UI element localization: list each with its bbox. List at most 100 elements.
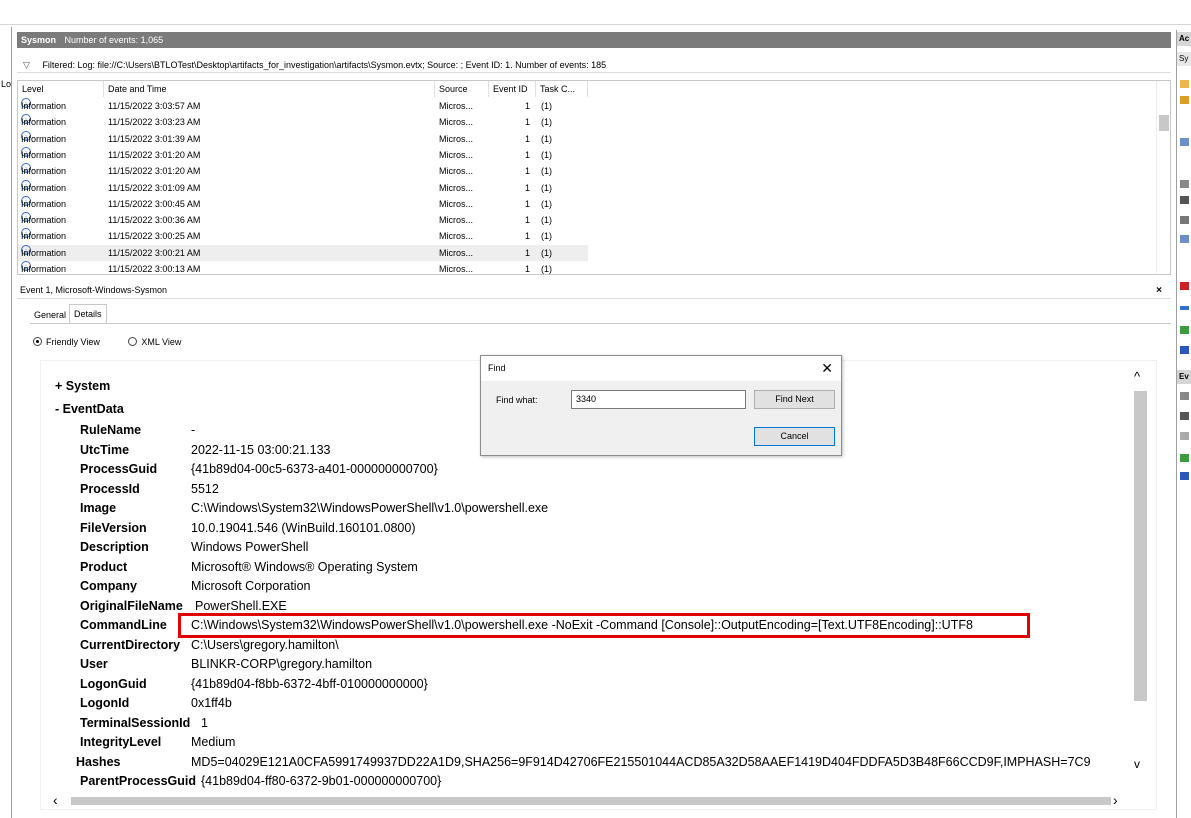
scroll-up-icon[interactable]: ^ <box>1134 369 1140 384</box>
copy-icon[interactable] <box>1180 432 1189 440</box>
column-event-id[interactable]: Event ID <box>489 81 536 97</box>
properties-icon[interactable] <box>1180 180 1189 188</box>
table-row[interactable]: i Information 11/15/2022 3:00:13 AM Micros.… <box>18 261 588 274</box>
attach-task-icon[interactable] <box>1180 235 1189 243</box>
filter-icon: ▽ <box>23 60 30 70</box>
row-task: (1) <box>541 149 552 160</box>
scroll-right-icon[interactable]: › <box>1113 792 1118 808</box>
rename-icon[interactable] <box>1180 306 1189 310</box>
row-task: (1) <box>541 215 552 226</box>
table-row[interactable]: i Information 11/15/2022 3:01:39 AM Micros.… <box>18 130 588 147</box>
find-what-input[interactable]: 3340 <box>571 390 746 409</box>
row-level-text: Information <box>21 231 67 242</box>
find-dialog: Find ✕ Find what: 3340 Find Next Cancel <box>480 355 842 456</box>
field-key: RuleName <box>80 423 142 437</box>
refresh-icon[interactable] <box>1180 326 1189 334</box>
field-key: User <box>80 657 108 671</box>
delete-icon[interactable] <box>1180 282 1189 290</box>
event-list[interactable]: Level Date and Time Source Event ID Task… <box>17 80 1171 275</box>
row-date: 11/15/2022 3:03:23 AM <box>108 117 201 128</box>
event-help-icon[interactable] <box>1180 472 1189 480</box>
tab-details[interactable]: Details <box>69 304 107 324</box>
list-scroll-thumb[interactable] <box>1159 115 1169 131</box>
xml-view-label: XML View <box>141 337 182 347</box>
tab-general[interactable]: General <box>30 306 70 324</box>
list-scrollbar[interactable] <box>1156 81 1170 274</box>
row-event-id: 1 <box>525 231 531 242</box>
field-key: Product <box>80 559 128 574</box>
event-properties-icon[interactable] <box>1180 392 1189 400</box>
field-value: Windows PowerShell <box>191 540 309 554</box>
row-event-id: 1 <box>525 215 531 226</box>
field-key: CommandLine <box>80 618 167 632</box>
log-title: Sysmon <box>21 35 57 45</box>
field-value: C:\Users\gregory.hamilton\ <box>191 637 339 652</box>
row-task: (1) <box>541 182 552 193</box>
find-icon[interactable] <box>1180 196 1189 204</box>
filter-log-icon[interactable] <box>1180 96 1189 104</box>
commandline-highlight-box <box>178 613 1030 638</box>
row-task: (1) <box>541 166 552 177</box>
help-icon[interactable] <box>1180 346 1189 354</box>
clear-filter-icon[interactable] <box>1180 138 1189 146</box>
row-date: 11/15/2022 3:00:25 AM <box>108 231 201 242</box>
event-save-icon[interactable] <box>1180 412 1189 420</box>
table-row[interactable]: i Information 11/15/2022 3:01:20 AM Micros.… <box>18 146 588 163</box>
field-key: LogonId <box>80 696 130 710</box>
field-value: {41b89d04-f8bb-6372-4bff-010000000000} <box>191 676 428 691</box>
table-row[interactable]: i Information 11/15/2022 3:00:25 AM Micros.… <box>18 228 588 244</box>
field-value: Medium <box>191 735 236 749</box>
event-count: Number of events: 1,065 <box>64 35 164 45</box>
table-row[interactable]: i Information 11/15/2022 3:00:36 AM Micros.… <box>18 212 588 228</box>
view-mode-selector: Friendly View XML View <box>33 337 181 347</box>
row-event-id: 1 <box>525 133 531 144</box>
friendly-view-option[interactable]: Friendly View <box>33 337 100 347</box>
column-date-time[interactable]: Date and Time <box>104 81 435 97</box>
scroll-left-icon[interactable]: ‹ <box>53 792 58 808</box>
table-row[interactable]: i Information 11/15/2022 3:03:23 AM Micros.… <box>18 114 588 130</box>
find-close-icon[interactable]: ✕ <box>821 356 833 381</box>
details-hscroll-thumb[interactable] <box>71 797 1111 805</box>
column-level[interactable]: Level <box>18 81 104 97</box>
field-value: PowerShell.EXE <box>195 598 287 613</box>
find-dialog-title: Find <box>488 363 506 373</box>
details-horizontal-scrollbar[interactable]: ‹ › <box>41 791 1134 809</box>
details-vscroll-thumb[interactable] <box>1134 391 1147 701</box>
open-log-icon[interactable] <box>1180 80 1189 88</box>
row-source: Micros... <box>439 231 474 242</box>
friendly-view-radio[interactable] <box>33 337 42 346</box>
row-date: 11/15/2022 3:01:39 AM <box>108 133 201 144</box>
find-next-button[interactable]: Find Next <box>754 390 835 409</box>
row-source: Micros... <box>439 117 474 128</box>
row-source: Micros... <box>439 101 474 111</box>
field-value: BLINKR-CORP\gregory.hamilton <box>191 657 373 671</box>
system-node[interactable]: + System <box>55 379 110 393</box>
table-row[interactable]: i Information 11/15/2022 3:00:21 AM Micros.… <box>18 244 588 261</box>
close-detail-button[interactable]: × <box>1152 282 1166 299</box>
column-task-category[interactable]: Task C... <box>536 81 588 97</box>
field-key: ProcessId <box>80 481 140 496</box>
save-icon[interactable] <box>1180 216 1189 224</box>
row-task: (1) <box>541 247 552 258</box>
row-source: Micros... <box>439 247 474 258</box>
row-level-text: Information <box>21 215 67 226</box>
table-row[interactable]: i Information 11/15/2022 3:01:09 AM Micros.… <box>18 179 588 196</box>
xml-view-radio[interactable] <box>128 337 138 346</box>
table-row[interactable]: i Information 11/15/2022 3:03:57 AM Micros.… <box>18 98 588 114</box>
table-row[interactable]: i Information 11/15/2022 3:00:45 AM Micros.… <box>18 195 588 212</box>
details-vertical-scrollbar[interactable]: ^ v <box>1134 361 1156 797</box>
eventdata-node[interactable]: - EventData <box>55 402 124 416</box>
field-value: 2022-11-15 03:00:21.133 <box>191 442 331 457</box>
table-row[interactable]: i Information 11/15/2022 3:01:20 AM Micros.… <box>18 163 588 179</box>
row-source: Micros... <box>439 198 474 209</box>
cancel-button[interactable]: Cancel <box>754 427 835 446</box>
field-value: C:\Windows\System32\WindowsPowerShell\v1… <box>191 501 549 515</box>
event-refresh-icon[interactable] <box>1180 454 1189 462</box>
xml-view-option[interactable]: XML View <box>128 337 181 347</box>
row-date: 11/15/2022 3:00:36 AM <box>108 215 201 226</box>
row-date: 11/15/2022 3:00:21 AM <box>108 247 201 258</box>
scroll-down-icon[interactable]: v <box>1134 757 1140 771</box>
row-task: (1) <box>541 101 552 111</box>
row-date: 11/15/2022 3:01:20 AM <box>108 149 201 160</box>
column-source[interactable]: Source <box>435 81 489 97</box>
